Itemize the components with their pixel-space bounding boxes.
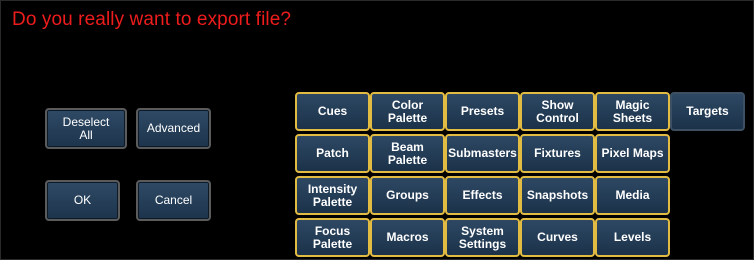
target-pixel-maps[interactable]: Pixel Maps <box>595 134 670 173</box>
target-magic-sheets[interactable]: Magic Sheets <box>595 92 670 131</box>
target-label: Magic Sheets <box>612 97 653 125</box>
target-label: Macros <box>386 230 429 244</box>
target-levels[interactable]: Levels <box>595 218 670 257</box>
target-label: Color Palette <box>387 97 428 125</box>
target-label: Presets <box>460 104 505 118</box>
target-system-settings[interactable]: System Settings <box>445 218 520 257</box>
target-label: Intensity Palette <box>307 181 358 209</box>
target-cues[interactable]: Cues <box>295 92 370 131</box>
target-curves[interactable]: Curves <box>520 218 595 257</box>
target-effects[interactable]: Effects <box>445 176 520 215</box>
ok-label: OK <box>73 193 92 207</box>
target-label: Levels <box>613 230 652 244</box>
target-fixtures[interactable]: Fixtures <box>520 134 595 173</box>
deselect-all-label: Deselect All <box>62 114 110 142</box>
target-presets[interactable]: Presets <box>445 92 520 131</box>
target-focus-palette[interactable]: Focus Palette <box>295 218 370 257</box>
target-show-control[interactable]: Show Control <box>520 92 595 131</box>
advanced-label: Advanced <box>146 121 201 135</box>
target-label: System Settings <box>458 223 507 251</box>
target-label: Groups <box>386 188 429 202</box>
target-groups[interactable]: Groups <box>370 176 445 215</box>
target-label: Snapshots <box>526 188 589 202</box>
target-snapshots[interactable]: Snapshots <box>520 176 595 215</box>
cancel-label: Cancel <box>154 193 193 207</box>
target-label: Media <box>615 188 650 202</box>
target-label: Fixtures <box>534 146 581 160</box>
target-label: Focus Palette <box>312 223 353 251</box>
target-submasters[interactable]: Submasters <box>445 134 520 173</box>
target-label: Beam Palette <box>387 139 428 167</box>
target-label: Cues <box>317 104 348 118</box>
target-label: Show Control <box>536 97 579 125</box>
export-dialog: Do you really want to export file? Desel… <box>0 0 754 260</box>
target-macros[interactable]: Macros <box>370 218 445 257</box>
advanced-button[interactable]: Advanced <box>136 108 211 149</box>
export-confirm-prompt: Do you really want to export file? <box>12 9 292 30</box>
deselect-all-button[interactable]: Deselect All <box>45 108 127 149</box>
target-targets[interactable]: Targets <box>670 92 745 131</box>
target-intensity-palette[interactable]: Intensity Palette <box>295 176 370 215</box>
target-beam-palette[interactable]: Beam Palette <box>370 134 445 173</box>
target-label: Targets <box>686 104 729 118</box>
target-label: Submasters <box>448 146 517 160</box>
target-color-palette[interactable]: Color Palette <box>370 92 445 131</box>
target-patch[interactable]: Patch <box>295 134 370 173</box>
target-label: Curves <box>537 230 578 244</box>
ok-button[interactable]: OK <box>45 180 120 221</box>
target-label: Patch <box>316 146 349 160</box>
target-label: Effects <box>462 188 503 202</box>
target-label: Pixel Maps <box>601 146 664 160</box>
cancel-button[interactable]: Cancel <box>136 180 211 221</box>
target-media[interactable]: Media <box>595 176 670 215</box>
